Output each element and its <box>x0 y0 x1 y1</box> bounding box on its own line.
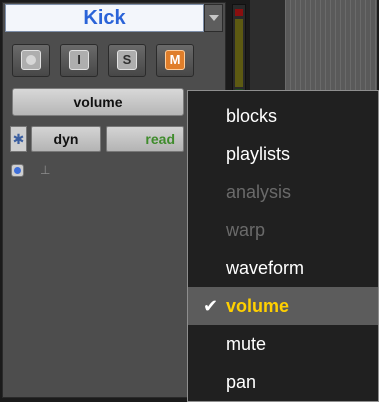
solo-button[interactable]: S <box>108 44 146 77</box>
checkmark-icon: ✔ <box>203 296 219 316</box>
dyn-button[interactable]: dyn <box>31 126 101 152</box>
mute-button[interactable]: M <box>156 44 194 77</box>
menu-item-warp: warp <box>226 220 266 240</box>
input-monitor-button[interactable]: I <box>60 44 98 77</box>
automation-symbol-icon: ✱ <box>12 131 25 147</box>
track-view-menu: blocks playlists analysis warp waveform … <box>187 90 379 402</box>
record-dot <box>26 55 36 65</box>
menu-item-pan[interactable]: pan <box>188 363 378 401</box>
meter-high-segment <box>235 19 243 87</box>
automation-mode-read-button[interactable]: read <box>106 126 184 152</box>
input-monitor-icon: I <box>69 50 89 70</box>
menu-item-volume[interactable]: ✔ volume <box>188 287 378 325</box>
record-button[interactable] <box>12 44 50 77</box>
menu-item-volume-label: volume <box>226 296 290 316</box>
timeline-ruler <box>250 0 286 96</box>
track-name-field[interactable]: Kick <box>5 4 204 32</box>
record-icon <box>21 50 41 70</box>
meter-clip-segment <box>235 9 243 16</box>
menu-item-playlists[interactable]: playlists <box>188 135 378 173</box>
mute-icon: M <box>165 50 185 70</box>
mute-label: M <box>169 52 181 67</box>
marker-icon: ⊥ <box>40 163 51 177</box>
menu-item-blocks[interactable]: blocks <box>188 97 378 135</box>
menu-item-mute[interactable]: mute <box>188 325 378 363</box>
solo-label: S <box>122 52 132 67</box>
track-color-dot-icon[interactable] <box>11 164 24 177</box>
track-name-dropdown-arrow[interactable] <box>204 4 223 32</box>
menu-item-waveform[interactable]: waveform <box>188 249 378 287</box>
track-lane[interactable] <box>285 0 377 96</box>
menu-item-analysis: analysis <box>226 182 292 202</box>
automation-link-button[interactable]: ✱ <box>10 126 27 152</box>
input-monitor-label: I <box>77 52 81 67</box>
solo-icon: S <box>117 50 137 70</box>
track-view-selector[interactable]: volume <box>12 88 184 116</box>
